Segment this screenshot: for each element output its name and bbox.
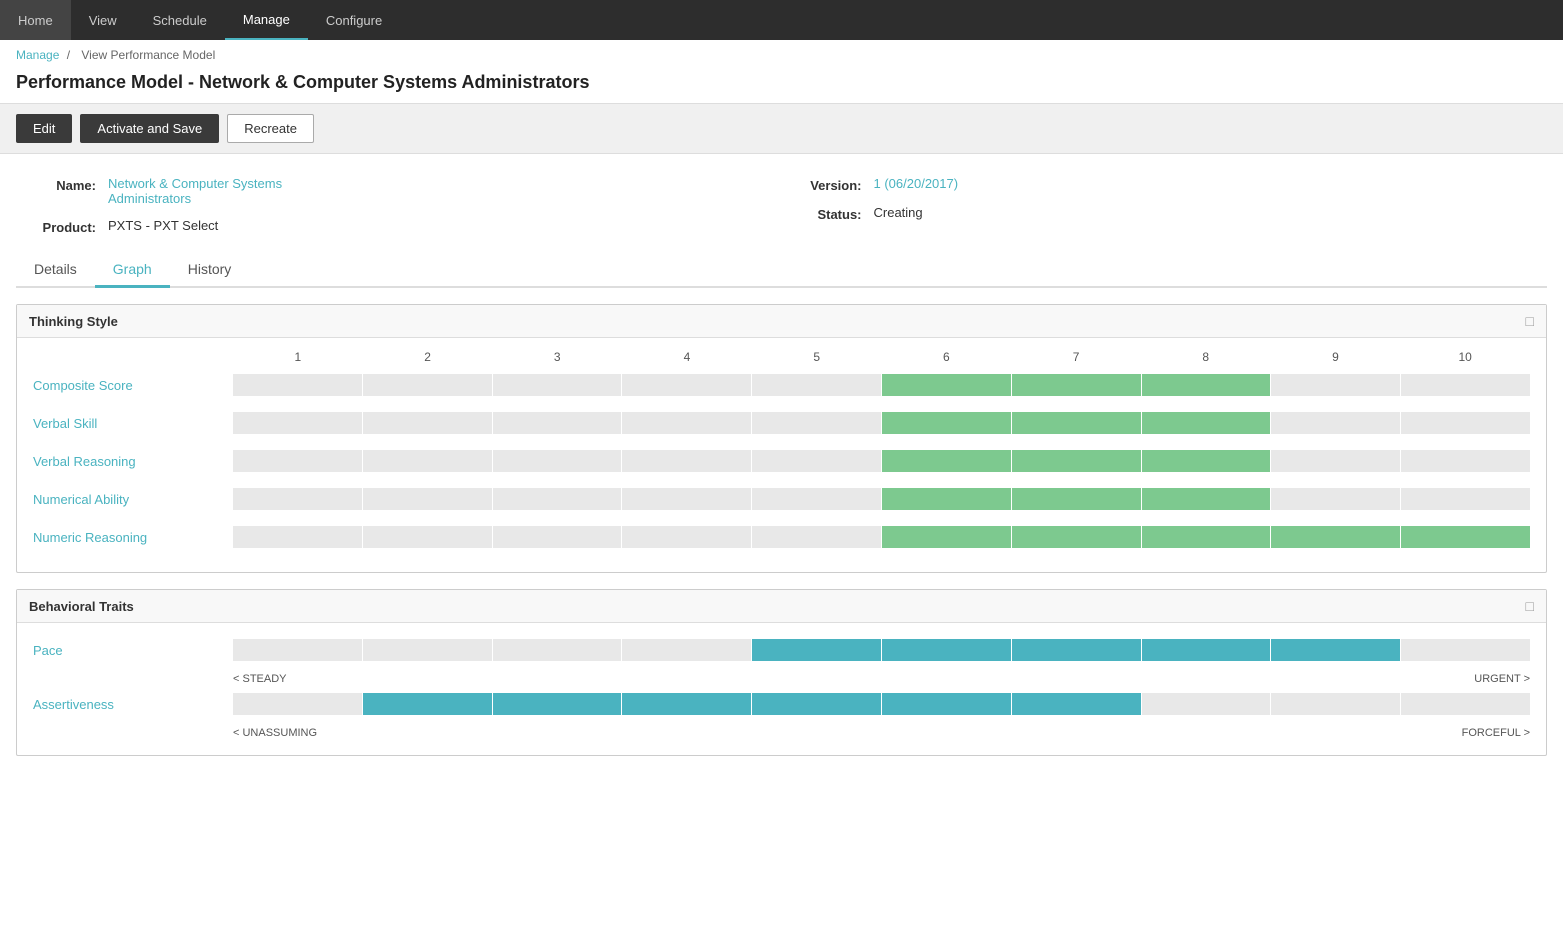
- seg-8: [1142, 374, 1271, 396]
- seg-10: [1401, 374, 1530, 396]
- seg-2: [363, 374, 492, 396]
- verbal-skill-row: Verbal Skill: [33, 408, 1530, 438]
- edit-button[interactable]: Edit: [16, 114, 72, 143]
- behavioral-traits-section: Behavioral Traits □ Pace < STEADY URGENT…: [16, 589, 1547, 756]
- nav-manage[interactable]: Manage: [225, 0, 308, 40]
- pace-label: Pace: [33, 643, 233, 658]
- behavioral-traits-collapse-icon[interactable]: □: [1526, 598, 1534, 614]
- version-label: Version:: [782, 176, 862, 193]
- seg-1: [233, 374, 362, 396]
- seg-9: [1271, 374, 1400, 396]
- nav-view[interactable]: View: [71, 0, 135, 40]
- scale-10: 10: [1400, 350, 1530, 364]
- activate-save-button[interactable]: Activate and Save: [80, 114, 219, 143]
- tab-details[interactable]: Details: [16, 253, 95, 288]
- page-title: Performance Model - Network & Computer S…: [0, 70, 1563, 103]
- tab-history[interactable]: History: [170, 253, 250, 288]
- scale-8: 8: [1141, 350, 1271, 364]
- version-value: 1 (06/20/2017): [874, 176, 959, 191]
- composite-score-label: Composite Score: [33, 378, 233, 393]
- pace-right-label: URGENT >: [882, 673, 1531, 685]
- pace-left-label: < STEADY: [233, 673, 882, 685]
- thinking-style-chart: 1 2 3 4 5 6 7 8 9 10 Composite Score: [17, 338, 1546, 572]
- scale-1: 1: [233, 350, 363, 364]
- breadcrumb-current: View Performance Model: [81, 48, 215, 62]
- verbal-skill-track: [233, 412, 1530, 434]
- pace-row: Pace: [33, 635, 1530, 665]
- assertiveness-sub-labels: < UNASSUMING FORCEFUL >: [233, 727, 1530, 739]
- seg-5: [752, 374, 881, 396]
- name-label: Name:: [16, 176, 96, 193]
- thinking-style-title: Thinking Style: [29, 314, 118, 329]
- composite-score-row: Composite Score: [33, 370, 1530, 400]
- breadcrumb: Manage / View Performance Model: [0, 40, 1563, 70]
- recreate-button[interactable]: Recreate: [227, 114, 314, 143]
- scale-6: 6: [882, 350, 1012, 364]
- behavioral-traits-chart: Pace < STEADY URGENT > Assertiveness: [17, 623, 1546, 755]
- seg-7: [1012, 374, 1141, 396]
- seg-4: [622, 374, 751, 396]
- pace-track: [233, 639, 1530, 661]
- numerical-ability-row: Numerical Ability: [33, 484, 1530, 514]
- assertiveness-label: Assertiveness: [33, 697, 233, 712]
- info-section: Name: Network & Computer SystemsAdminist…: [0, 154, 1563, 241]
- scale-4: 4: [622, 350, 752, 364]
- toolbar: Edit Activate and Save Recreate: [0, 103, 1563, 154]
- numeric-reasoning-track: [233, 526, 1530, 548]
- thinking-style-section: Thinking Style □ 1 2 3 4 5 6 7 8 9 10 Co…: [16, 304, 1547, 573]
- assertiveness-left-label: < UNASSUMING: [233, 727, 882, 739]
- numeric-reasoning-label: Numeric Reasoning: [33, 530, 233, 545]
- assertiveness-track: [233, 693, 1530, 715]
- status-value: Creating: [874, 205, 923, 220]
- product-value: PXTS - PXT Select: [108, 218, 218, 233]
- numerical-ability-track: [233, 488, 1530, 510]
- product-label: Product:: [16, 218, 96, 235]
- tabs: Details Graph History: [16, 253, 1547, 288]
- composite-score-track: [233, 374, 1530, 396]
- scale-3: 3: [492, 350, 622, 364]
- seg-3: [493, 374, 622, 396]
- seg-6: [882, 374, 1011, 396]
- nav-home[interactable]: Home: [0, 0, 71, 40]
- behavioral-traits-title: Behavioral Traits: [29, 599, 134, 614]
- verbal-reasoning-row: Verbal Reasoning: [33, 446, 1530, 476]
- pace-sub-labels: < STEADY URGENT >: [233, 673, 1530, 685]
- scale-7: 7: [1011, 350, 1141, 364]
- thinking-style-collapse-icon[interactable]: □: [1526, 313, 1534, 329]
- name-value: Network & Computer SystemsAdministrators: [108, 176, 282, 206]
- assertiveness-row: Assertiveness: [33, 689, 1530, 719]
- tab-graph[interactable]: Graph: [95, 253, 170, 288]
- scale-header: 1 2 3 4 5 6 7 8 9 10: [233, 350, 1530, 364]
- verbal-reasoning-track: [233, 450, 1530, 472]
- numeric-reasoning-row: Numeric Reasoning: [33, 522, 1530, 552]
- scale-2: 2: [363, 350, 493, 364]
- nav-schedule[interactable]: Schedule: [135, 0, 225, 40]
- nav-configure[interactable]: Configure: [308, 0, 400, 40]
- verbal-skill-label: Verbal Skill: [33, 416, 233, 431]
- top-nav: Home View Schedule Manage Configure: [0, 0, 1563, 40]
- breadcrumb-manage[interactable]: Manage: [16, 48, 59, 62]
- verbal-reasoning-label: Verbal Reasoning: [33, 454, 233, 469]
- breadcrumb-separator: /: [67, 48, 74, 62]
- numerical-ability-label: Numerical Ability: [33, 492, 233, 507]
- status-label: Status:: [782, 205, 862, 222]
- scale-9: 9: [1271, 350, 1401, 364]
- scale-5: 5: [752, 350, 882, 364]
- assertiveness-right-label: FORCEFUL >: [882, 727, 1531, 739]
